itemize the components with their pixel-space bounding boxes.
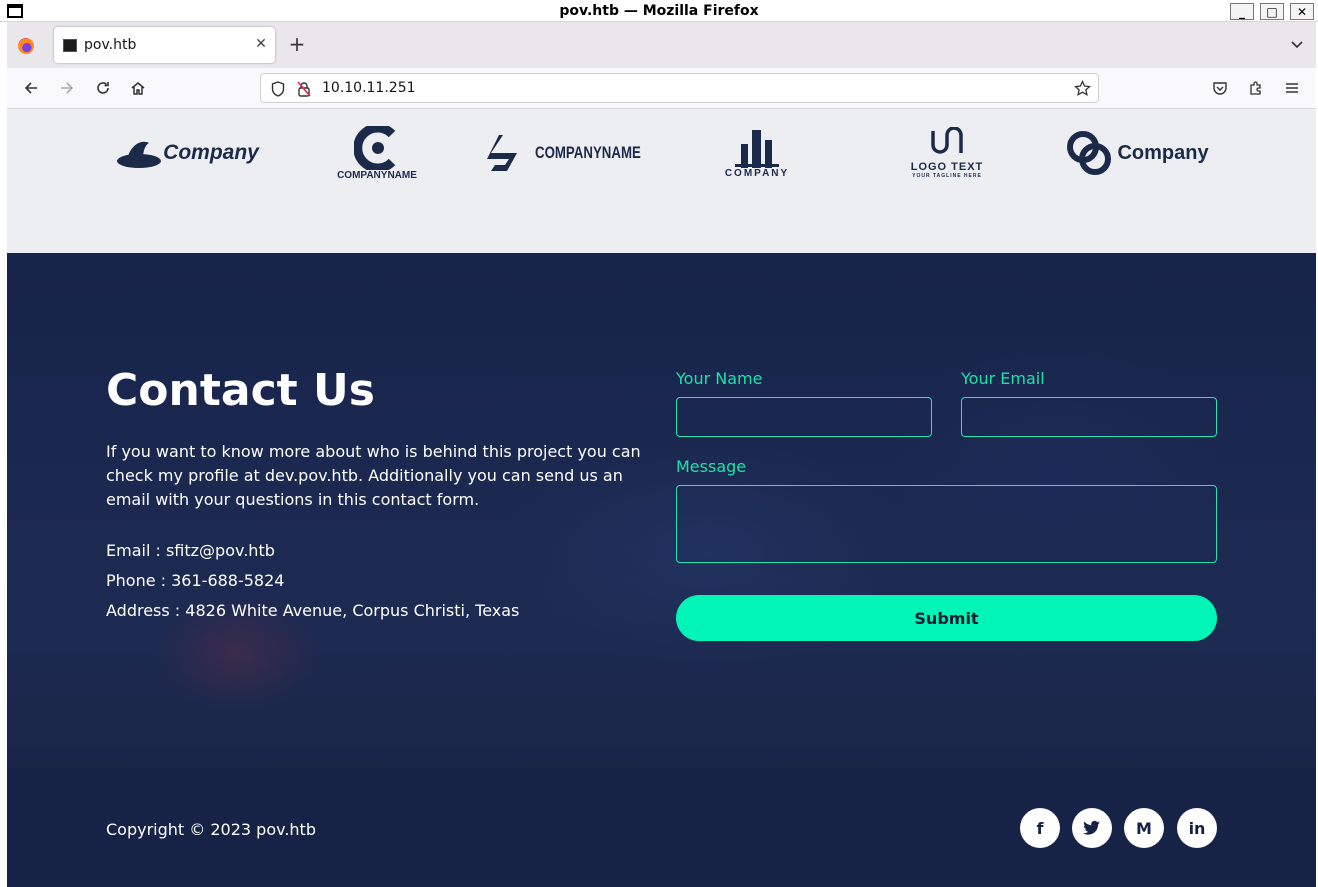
facebook-link[interactable]: f [1020, 808, 1060, 848]
twitter-link[interactable] [1072, 808, 1112, 848]
contact-address: Address : 4826 White Avenue, Corpus Chri… [106, 601, 520, 620]
pocket-button[interactable] [1210, 78, 1230, 98]
minimize-button[interactable]: _ [1230, 3, 1254, 20]
client-logo-1: Company [107, 115, 267, 191]
submit-button[interactable]: Submit [676, 595, 1217, 641]
rings-logo-icon [1067, 131, 1112, 175]
contact-email: Email : sfitz@pov.htb [106, 541, 275, 560]
puzzle-icon [1250, 81, 1261, 95]
c-logo-icon [354, 125, 396, 170]
window-titlebar: pov.htb — Mozilla Firefox _ □ ✕ [0, 0, 1318, 22]
site-footer: Copyright © 2023 pov.htb f M in [7, 768, 1316, 887]
arrow-right-icon [61, 82, 74, 94]
facebook-icon: f [1036, 818, 1044, 838]
firefox-view-icon[interactable] [18, 38, 34, 54]
linkedin-icon: in [1188, 818, 1206, 838]
medium-link[interactable]: M [1124, 808, 1164, 848]
chevron-down-icon[interactable] [1290, 38, 1304, 52]
client-logo-5: LOGO TEXT YOUR TAGLINE HERE [887, 115, 1007, 191]
page-viewport: Company COMPANYNAME COMPANYNAME COMPANY … [7, 109, 1316, 887]
reload-button[interactable] [93, 78, 113, 98]
contact-section: Contact Us If you want to know more abou… [7, 253, 1316, 768]
hamburger-menu-icon [1286, 83, 1298, 93]
home-button[interactable] [128, 78, 148, 98]
client-logo-3: COMPANYNAME [487, 115, 647, 191]
close-window-button[interactable]: ✕ [1290, 3, 1314, 20]
back-button[interactable] [21, 78, 41, 98]
email-field-label: Your Email [961, 369, 1045, 388]
url-input[interactable]: 10.10.11.251 [322, 80, 416, 96]
name-input[interactable] [676, 397, 932, 437]
copyright-text: Copyright © 2023 pov.htb [106, 820, 316, 839]
extensions-button[interactable] [1246, 78, 1266, 98]
app-menu-button[interactable] [1282, 78, 1302, 98]
bookmark-star-icon[interactable] [1074, 80, 1091, 97]
home-icon [131, 82, 145, 95]
hat-logo-icon [117, 141, 162, 168]
maximize-button[interactable]: □ [1260, 3, 1284, 20]
site-favicon-icon [63, 39, 77, 52]
new-tab-button[interactable]: + [287, 34, 307, 54]
buildings-logo-icon [735, 129, 779, 168]
address-bar[interactable]: 10.10.11.251 [260, 73, 1099, 103]
navigation-toolbar: 10.10.11.251 [7, 68, 1316, 109]
pocket-icon [1213, 82, 1227, 95]
contact-intro-text: If you want to know more about who is be… [106, 442, 641, 509]
shield-icon[interactable] [271, 81, 285, 97]
message-textarea[interactable] [676, 485, 1217, 563]
email-input[interactable] [961, 397, 1217, 437]
name-field-label: Your Name [676, 369, 763, 388]
s-logo-icon [487, 135, 532, 171]
twitter-icon [1083, 820, 1100, 835]
close-tab-button[interactable]: ✕ [253, 36, 269, 52]
reload-icon [97, 82, 109, 94]
client-logo-4: COMPANY [697, 115, 817, 191]
contact-heading: Contact Us [106, 365, 375, 416]
tab-pov-htb[interactable]: pov.htb ✕ [54, 27, 275, 63]
arrow-left-icon [24, 82, 37, 94]
insecure-lock-icon[interactable] [297, 81, 311, 97]
forward-button[interactable] [57, 78, 77, 98]
message-field-label: Message [676, 457, 747, 476]
contact-phone: Phone : 361-688-5824 [106, 571, 285, 590]
medium-icon: M [1136, 818, 1152, 838]
window-title: pov.htb — Mozilla Firefox [559, 3, 759, 19]
tab-title: pov.htb [84, 37, 137, 53]
tab-strip: pov.htb ✕ + [7, 22, 1316, 68]
client-logo-2: COMPANYNAME [307, 115, 447, 191]
client-logos-section: Company COMPANYNAME COMPANYNAME COMPANY … [7, 109, 1316, 253]
linkedin-link[interactable]: in [1177, 808, 1217, 848]
wave-logo-icon [931, 127, 963, 154]
client-logo-6: Company [1062, 115, 1212, 191]
